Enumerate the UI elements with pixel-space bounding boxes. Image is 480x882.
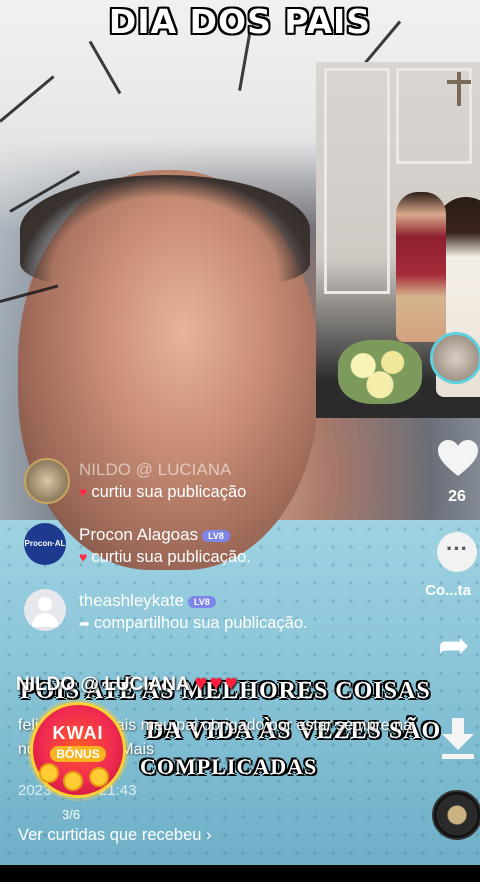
coin-icon [63,771,83,791]
flower-bouquet [338,340,422,404]
profile-badge-icon[interactable] [430,332,480,384]
like-count: 26 [448,488,466,505]
notification-item[interactable]: Procon·AL Procon Alagoas LV8 ♥ curtiu sua … [24,523,444,571]
share-arrow-icon: ➦ [438,625,470,667]
share-button[interactable]: ➦ [438,625,478,667]
comment-bubble-icon: ··· [446,536,468,561]
inset-photo [316,62,480,418]
baby-figure [396,192,446,342]
heart-icon [438,440,478,476]
music-disc-icon[interactable] [432,790,480,840]
title-text: DIA DOS PAIS [108,2,372,41]
heart-icon: ♥ [79,484,88,500]
kwai-label: KWAI [52,723,104,743]
notification-name: Procon Alagoas LV8 [79,525,230,545]
comment-button[interactable]: ··· [437,532,477,572]
bottom-bar [0,865,480,882]
avatar [24,458,70,504]
download-button[interactable] [438,716,478,762]
crucifix-bar [447,80,471,84]
notification-action: ♥ curtiu sua publicação [79,483,247,501]
like-button[interactable] [436,438,480,478]
share-arrow-icon: ➦ [79,616,90,631]
notification-name: theashleykate LV8 [79,591,216,611]
kwai-counter: 3/6 [62,807,81,822]
man-hair [20,175,310,285]
crucifix-icon [457,72,461,106]
avatar: Procon·AL [24,523,66,565]
kwai-bonus-button[interactable]: KWAI BÔNUS [30,702,126,798]
coin-icon [39,763,59,783]
notification-item[interactable]: theashleykate LV8 ➦ compartilhou sua publi… [24,589,444,637]
notification-name: NILDO @ LUCIANA [79,460,232,479]
notification-item[interactable]: NILDO @ LUCIANA ♥ curtiu sua publicação [24,458,444,506]
comment-label: Co...ta [425,582,471,599]
notification-action: ♥ curtiu sua publicação. [79,548,251,566]
coin-icon [89,767,109,787]
hearts-emoji-icon: ♥♥♥ [194,670,240,695]
heart-icon: ♥ [79,549,88,565]
level-badge: LV8 [202,529,230,542]
view-likes-link[interactable]: Ver curtidas que recebeu › [18,826,212,845]
level-badge: LV8 [187,595,216,608]
chevron-right-icon: › [206,826,212,844]
download-icon [442,718,474,759]
poster-name[interactable]: NILDO @ LUCIANA ♥♥♥ [16,670,239,696]
avatar [24,589,66,631]
bonus-label: BÔNUS [50,746,106,762]
notification-action: ➦ compartilhou sua publicação. [79,614,308,632]
title-banner: DIA DOS PAIS [0,0,480,48]
wall-panel [324,68,390,294]
